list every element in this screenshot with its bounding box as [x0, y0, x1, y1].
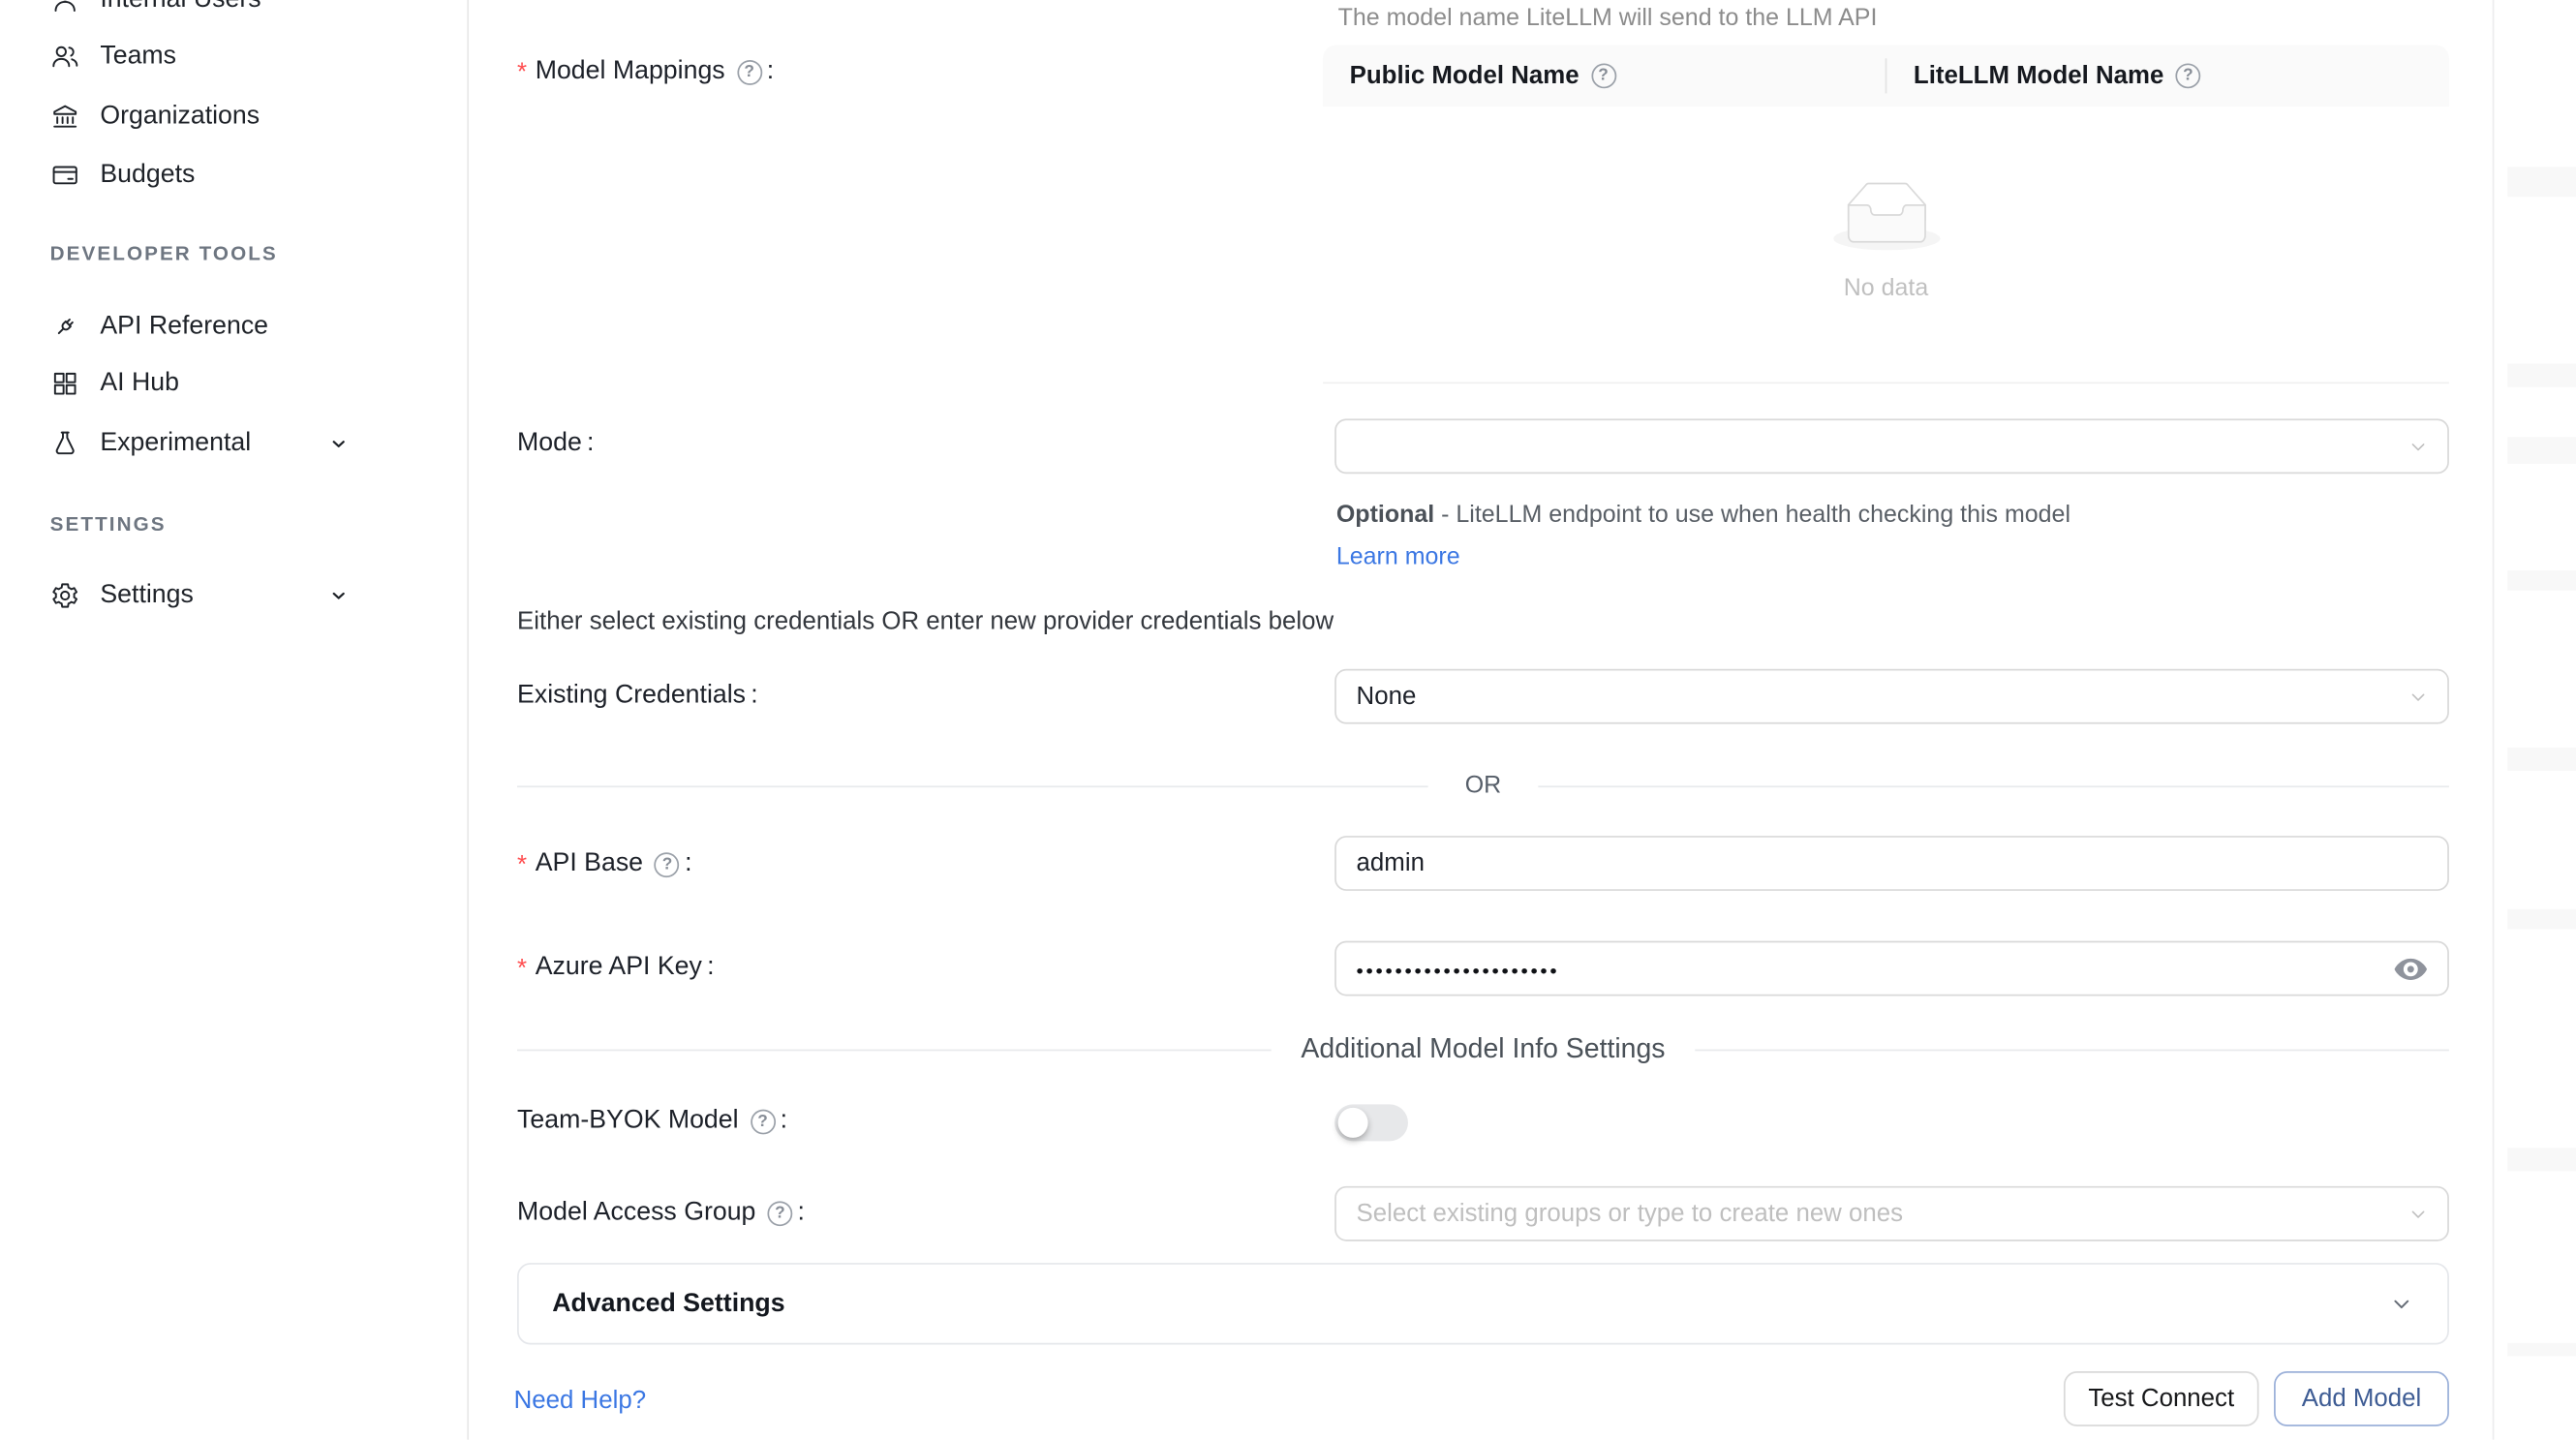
sidebar-item-teams[interactable]: Teams	[0, 26, 467, 86]
sidebar-item-label: Internal Users	[100, 0, 261, 15]
sidebar-item-label: Teams	[100, 41, 176, 71]
mode-select[interactable]	[1334, 418, 2449, 474]
masked-password-value: •••••••••••••••••••••	[1357, 959, 1560, 982]
advanced-settings-panel[interactable]: Advanced Settings	[517, 1263, 2449, 1344]
question-circle-icon[interactable]: ?	[2175, 63, 2200, 88]
team-byok-toggle[interactable]	[1334, 1104, 1408, 1141]
sidebar-item-label: AI Hub	[100, 369, 179, 399]
chevron-down-icon	[2389, 1291, 2414, 1316]
question-circle-icon[interactable]: ?	[767, 1200, 792, 1225]
chevron-down-icon	[327, 431, 351, 454]
model-mappings-label: * Model Mappings ? :	[517, 57, 774, 87]
additional-model-info-divider: Additional Model Info Settings	[517, 1029, 2449, 1069]
test-connect-button[interactable]: Test Connect	[2064, 1371, 2259, 1426]
sidebar-item-label: Settings	[100, 580, 193, 610]
appstore-grid-icon	[50, 369, 80, 399]
toggle-knob	[1338, 1108, 1368, 1138]
add-model-button[interactable]: Add Model	[2274, 1371, 2449, 1426]
sidebar-item-label: API Reference	[100, 311, 268, 341]
litellm-model-name-helper: The model name LiteLLM will send to the …	[1338, 5, 1878, 32]
existing-credentials-label: Existing Credentials :	[517, 681, 758, 711]
model-access-group-select[interactable]: Select existing groups or type to create…	[1334, 1186, 2449, 1241]
azure-api-key-input[interactable]: •••••••••••••••••••••	[1334, 941, 2449, 996]
learn-more-link[interactable]: Learn more	[1336, 544, 1460, 571]
sidebar-item-ai-hub[interactable]: AI Hub	[0, 353, 467, 414]
question-circle-icon[interactable]: ?	[1591, 63, 1616, 88]
api-base-input[interactable]: admin	[1334, 836, 2449, 891]
sidebar-item-organizations[interactable]: Organizations	[0, 86, 467, 146]
question-circle-icon[interactable]: ?	[751, 1109, 776, 1134]
chevron-down-icon	[327, 583, 351, 606]
add-model-page: Internal Users Teams Organizations Budge…	[0, 0, 2576, 1440]
mode-label: Mode :	[517, 429, 594, 459]
model-access-group-label: Model Access Group ? :	[517, 1198, 805, 1228]
model-mappings-table: Public Model Name ? LiteLLM Model Name ?	[1323, 46, 2449, 107]
flask-icon	[50, 428, 80, 458]
azure-api-key-label: * Azure API Key :	[517, 953, 714, 983]
existing-credentials-select[interactable]: None	[1334, 669, 2449, 724]
sidebar-item-label: Experimental	[100, 428, 251, 458]
chevron-down-icon	[2407, 436, 2429, 457]
credentials-note: Either select existing credentials OR en…	[517, 607, 1334, 635]
sidebar-section-developer-tools: DEVELOPER TOOLS	[50, 242, 278, 265]
credit-card-icon	[50, 160, 80, 190]
or-divider: OR	[517, 773, 2449, 800]
required-asterisk: *	[517, 57, 527, 85]
column-header-litellm-model-name: LiteLLM Model Name ?	[1886, 62, 2448, 90]
api-base-label: * API Base ? :	[517, 849, 692, 879]
chevron-down-icon	[2407, 686, 2429, 707]
sidebar-item-label: Organizations	[100, 101, 260, 131]
sidebar-item-budgets[interactable]: Budgets	[0, 144, 467, 204]
sidebar: Internal Users Teams Organizations Budge…	[0, 0, 469, 1440]
column-divider	[1886, 58, 1887, 93]
advanced-settings-title: Advanced Settings	[552, 1289, 784, 1319]
table-empty-state: No data	[1323, 182, 2449, 302]
table-header-row: Public Model Name ? LiteLLM Model Name ?	[1323, 46, 2449, 107]
empty-inbox-icon	[1832, 182, 1939, 251]
need-help-link[interactable]: Need Help?	[514, 1387, 646, 1415]
sidebar-item-label: Budgets	[100, 160, 195, 190]
sidebar-item-experimental[interactable]: Experimental	[0, 413, 467, 473]
mode-helper-text: Optional - LiteLLM endpoint to use when …	[1336, 496, 2128, 579]
bank-icon	[50, 101, 80, 131]
user-icon	[50, 0, 80, 15]
question-circle-icon[interactable]: ?	[737, 59, 762, 84]
sidebar-item-settings[interactable]: Settings	[0, 565, 467, 625]
divider-title: Additional Model Info Settings	[1301, 1033, 1665, 1065]
eye-icon[interactable]	[2392, 950, 2429, 987]
table-bottom-border	[1323, 382, 2449, 383]
required-asterisk: *	[517, 954, 527, 982]
question-circle-icon[interactable]: ?	[655, 851, 680, 876]
column-header-public-model-name: Public Model Name ?	[1323, 62, 1886, 90]
sidebar-item-api-reference[interactable]: API Reference	[0, 296, 467, 356]
required-asterisk: *	[517, 850, 527, 878]
chevron-down-icon	[2407, 1203, 2429, 1224]
select-placeholder: Select existing groups or type to create…	[1357, 1200, 1904, 1228]
api-plug-icon	[50, 311, 80, 341]
no-data-text: No data	[1844, 275, 1929, 302]
gear-icon	[50, 580, 80, 610]
sidebar-section-settings: SETTINGS	[50, 512, 167, 536]
team-byok-label: Team-BYOK Model ? :	[517, 1106, 787, 1136]
panel-right-edge	[2493, 0, 2576, 1440]
or-divider-text: OR	[1465, 773, 1501, 800]
team-icon	[50, 41, 80, 71]
